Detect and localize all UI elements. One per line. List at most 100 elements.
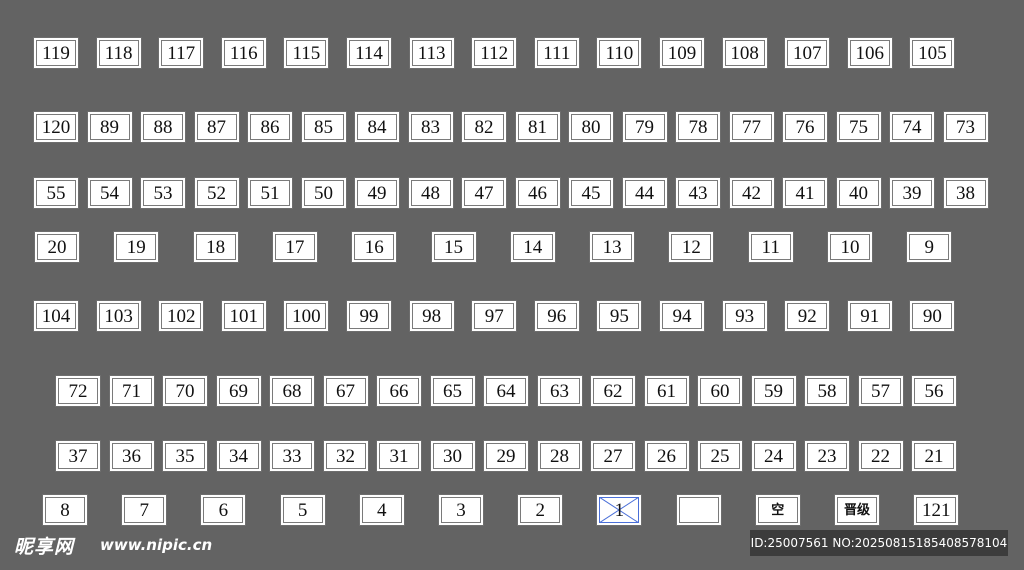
- seat-tag[interactable]: 9: [906, 231, 953, 263]
- seat-tag[interactable]: 114: [346, 37, 392, 69]
- seat-tag[interactable]: 57: [857, 375, 904, 407]
- seat-tag[interactable]: 119: [33, 37, 79, 69]
- seat-tag[interactable]: 1: [596, 494, 643, 526]
- seat-tag[interactable]: 84: [354, 111, 400, 143]
- seat-tag[interactable]: 29: [483, 440, 529, 472]
- seat-tag[interactable]: 93: [721, 300, 768, 332]
- seat-tag[interactable]: 58: [804, 375, 850, 407]
- seat-tag[interactable]: 88: [140, 111, 186, 143]
- seat-tag[interactable]: 90: [909, 300, 956, 332]
- seat-tag[interactable]: 113: [408, 37, 455, 69]
- seat-tag[interactable]: 28: [536, 440, 583, 472]
- seat-tag[interactable]: 63: [536, 375, 583, 407]
- seat-tag[interactable]: 87: [193, 111, 240, 143]
- seat-tag[interactable]: 105: [909, 37, 956, 69]
- seat-tag[interactable]: 40: [835, 177, 882, 209]
- seat-tag[interactable]: 117: [158, 37, 205, 69]
- seat-tag[interactable]: 60: [697, 375, 743, 407]
- seat-tag[interactable]: 15: [430, 231, 477, 263]
- seat-tag[interactable]: 99: [346, 300, 392, 332]
- seat-tag[interactable]: 71: [108, 375, 155, 407]
- seat-tag[interactable]: 19: [113, 231, 160, 263]
- seat-tag[interactable]: 72: [55, 375, 101, 407]
- seat-tag[interactable]: 121: [913, 494, 960, 526]
- seat-tag[interactable]: 44: [621, 177, 668, 209]
- seat-tag[interactable]: 74: [889, 111, 935, 143]
- seat-tag[interactable]: 107: [784, 37, 831, 69]
- seat-tag[interactable]: 104: [33, 300, 79, 332]
- seat-tag[interactable]: 27: [590, 440, 636, 472]
- seat-tag[interactable]: 94: [659, 300, 705, 332]
- seat-tag[interactable]: 20: [34, 231, 80, 263]
- seat-tag[interactable]: 70: [162, 375, 208, 407]
- seat-tag[interactable]: 24: [750, 440, 797, 472]
- seat-tag[interactable]: 42: [728, 177, 775, 209]
- seat-tag[interactable]: 56: [911, 375, 957, 407]
- seat-tag[interactable]: 50: [300, 177, 347, 209]
- seat-tag[interactable]: 30: [429, 440, 476, 472]
- seat-tag[interactable]: 10: [827, 231, 873, 263]
- seat-tag[interactable]: 79: [621, 111, 668, 143]
- seat-tag[interactable]: 48: [407, 177, 454, 209]
- seat-tag[interactable]: 21: [911, 440, 957, 472]
- seat-tag[interactable]: 111: [533, 37, 580, 69]
- seat-tag[interactable]: 66: [376, 375, 422, 407]
- seat-tag[interactable]: 100: [283, 300, 330, 332]
- seat-tag[interactable]: 120: [33, 111, 79, 143]
- seat-tag[interactable]: 108: [721, 37, 768, 69]
- seat-tag[interactable]: 37: [55, 440, 101, 472]
- seat-tag[interactable]: 62: [590, 375, 636, 407]
- seat-tag[interactable]: 晋级: [834, 494, 880, 526]
- seat-tag[interactable]: 39: [889, 177, 935, 209]
- seat-tag[interactable]: 102: [158, 300, 205, 332]
- seat-tag[interactable]: 7: [121, 494, 168, 526]
- seat-tag[interactable]: 36: [108, 440, 155, 472]
- seat-tag[interactable]: 91: [846, 300, 893, 332]
- seat-tag[interactable]: 54: [86, 177, 133, 209]
- seat-tag[interactable]: 81: [514, 111, 561, 143]
- seat-tag[interactable]: 76: [782, 111, 828, 143]
- seat-tag[interactable]: 5: [279, 494, 326, 526]
- seat-tag[interactable]: 26: [643, 440, 690, 472]
- seat-tag[interactable]: 61: [643, 375, 690, 407]
- seat-tag[interactable]: 53: [140, 177, 186, 209]
- seat-tag[interactable]: 32: [322, 440, 369, 472]
- seat-tag[interactable]: 46: [514, 177, 561, 209]
- seat-tag[interactable]: 67: [322, 375, 369, 407]
- seat-tag[interactable]: 82: [461, 111, 507, 143]
- seat-tag[interactable]: 118: [95, 37, 142, 69]
- seat-tag[interactable]: 14: [509, 231, 556, 263]
- seat-tag[interactable]: 85: [300, 111, 347, 143]
- seat-tag[interactable]: 68: [269, 375, 315, 407]
- seat-tag[interactable]: 83: [407, 111, 454, 143]
- seat-tag[interactable]: 51: [247, 177, 293, 209]
- seat-tag[interactable]: 75: [835, 111, 882, 143]
- seat-tag[interactable]: 41: [782, 177, 828, 209]
- seat-tag[interactable]: 45: [568, 177, 614, 209]
- seat-tag[interactable]: 116: [220, 37, 267, 69]
- seat-tag[interactable]: 112: [471, 37, 518, 69]
- seat-tag[interactable]: 25: [697, 440, 743, 472]
- seat-tag[interactable]: 43: [675, 177, 721, 209]
- seat-tag[interactable]: 52: [193, 177, 240, 209]
- seat-tag[interactable]: 2: [517, 494, 564, 526]
- seat-tag[interactable]: 64: [483, 375, 529, 407]
- seat-tag[interactable]: 空: [754, 494, 801, 526]
- seat-tag[interactable]: 69: [215, 375, 262, 407]
- seat-tag[interactable]: 92: [784, 300, 831, 332]
- seat-tag[interactable]: 103: [95, 300, 142, 332]
- seat-tag[interactable]: 98: [408, 300, 455, 332]
- seat-tag[interactable]: 55: [33, 177, 79, 209]
- seat-tag[interactable]: 73: [942, 111, 989, 143]
- seat-tag[interactable]: 23: [804, 440, 850, 472]
- seat-tag[interactable]: 4: [358, 494, 405, 526]
- seat-tag[interactable]: 16: [351, 231, 398, 263]
- seat-tag[interactable]: 11: [747, 231, 794, 263]
- seat-tag[interactable]: 31: [376, 440, 422, 472]
- seat-tag[interactable]: 86: [247, 111, 293, 143]
- seat-tag[interactable]: 96: [533, 300, 580, 332]
- seat-tag[interactable]: 101: [220, 300, 267, 332]
- seat-tag[interactable]: 12: [668, 231, 715, 263]
- seat-tag[interactable]: 3: [438, 494, 484, 526]
- seat-tag[interactable]: 89: [86, 111, 133, 143]
